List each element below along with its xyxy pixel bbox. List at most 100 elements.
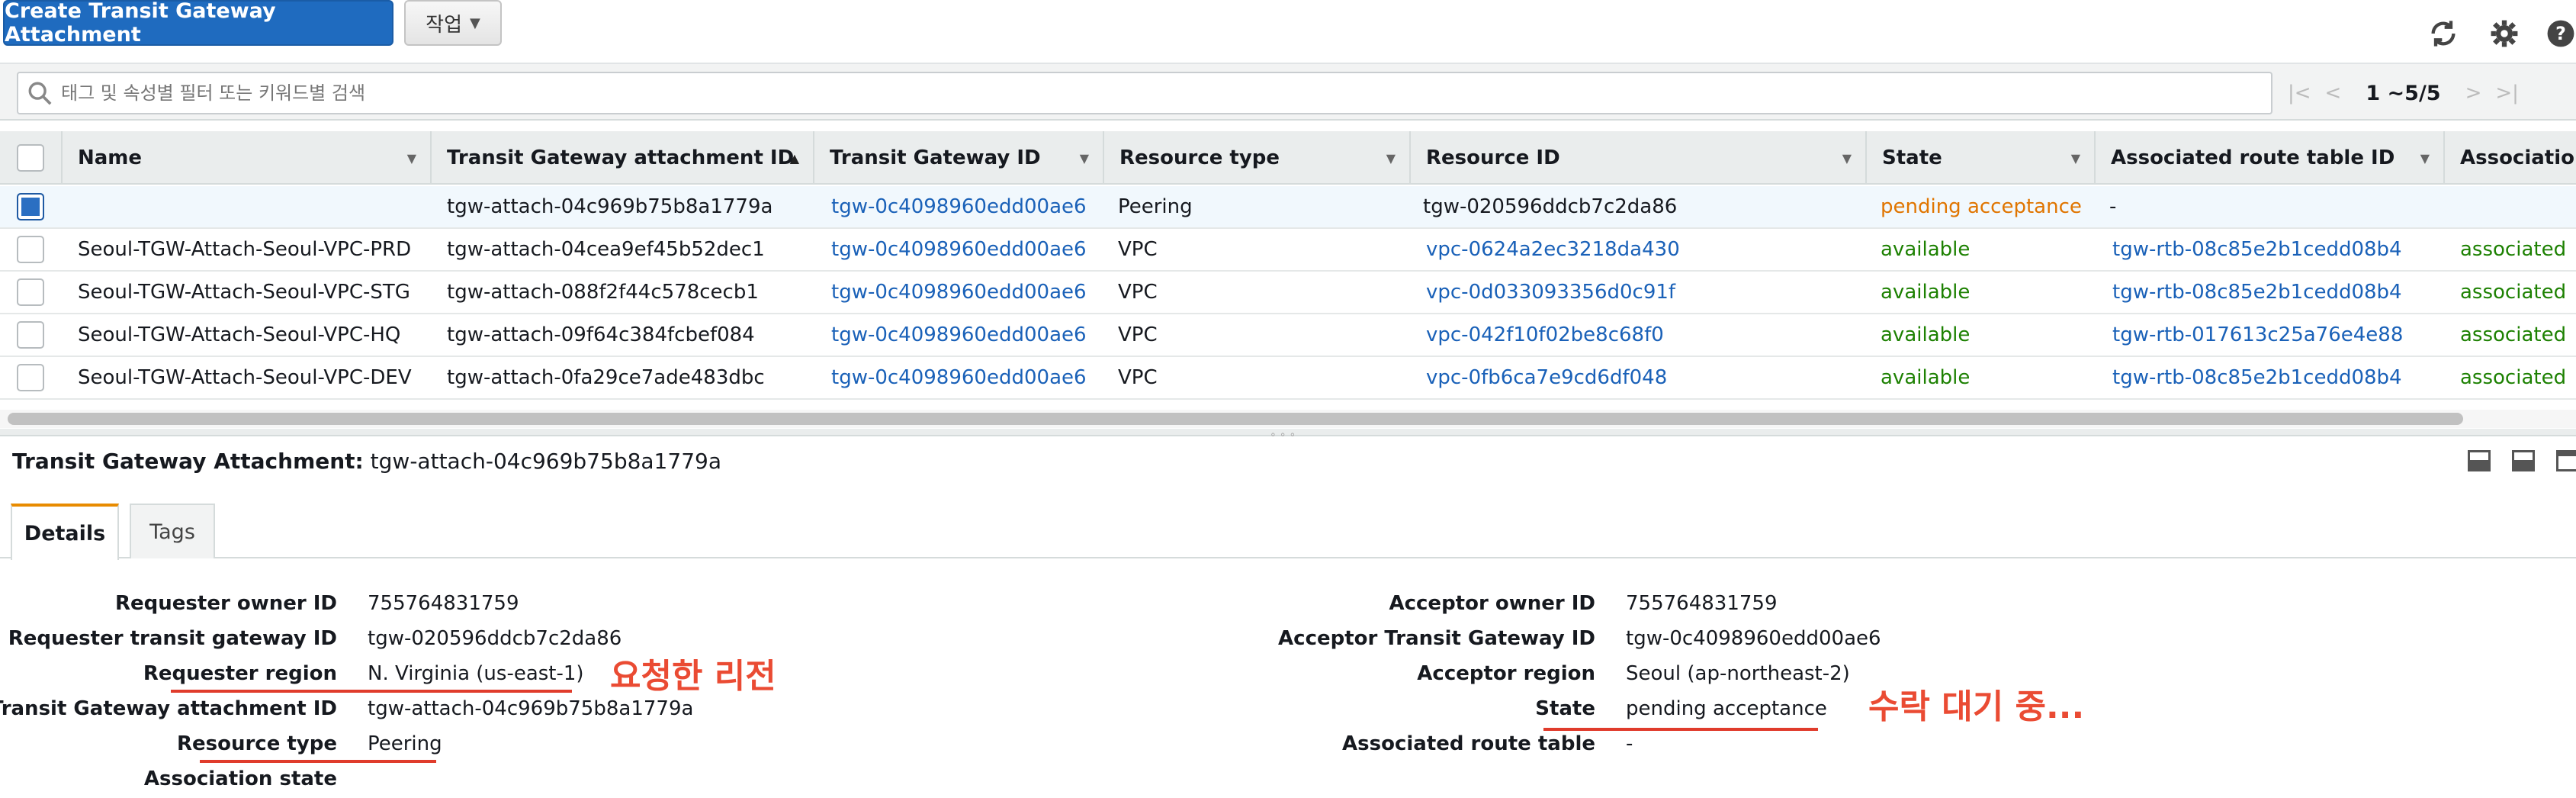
drag-handle-icon[interactable]: ∘∘∘ [1270, 429, 1299, 441]
table-header: Name ▼ Transit Gateway attachment ID ▲ Tra… [0, 131, 2576, 185]
cell-route-table-link[interactable]: tgw-rtb-08c85e2b1cedd08b4 [2112, 229, 2402, 270]
last-page-icon[interactable]: >| [2495, 82, 2519, 105]
attachment-id-label: Transit Gateway attachment ID [0, 697, 337, 720]
annotation-underline [200, 760, 436, 763]
acceptor-owner-id-value: 755764831759 [1626, 592, 1778, 615]
cell-route-table-link[interactable]: tgw-rtb-08c85e2b1cedd08b4 [2112, 272, 2402, 313]
cell-attachment-id: tgw-attach-04c969b75b8a1779a [447, 195, 773, 218]
layout-full-icon[interactable] [2556, 450, 2576, 471]
search-box[interactable] [17, 72, 2272, 114]
cell-name: Seoul-TGW-Attach-Seoul-VPC-DEV [78, 366, 412, 389]
gear-icon[interactable] [2488, 17, 2521, 50]
cell-association: associated [2460, 281, 2567, 304]
table-row[interactable]: Seoul-TGW-Attach-Seoul-VPC-PRD tgw-attac… [0, 229, 2576, 272]
cell-tgw-id-link[interactable]: tgw-0c4098960edd00ae6 [831, 272, 1087, 313]
cell-route-table-link[interactable]: tgw-rtb-08c85e2b1cedd08b4 [2112, 357, 2402, 398]
row-checkbox[interactable] [17, 321, 44, 349]
scrollbar-thumb[interactable] [8, 413, 2463, 425]
row-checkbox-cell [17, 229, 44, 270]
column-header-resource-id[interactable]: Resource ID ▼ [1409, 131, 1865, 185]
cell-name: Seoul-TGW-Attach-Seoul-VPC-STG [78, 281, 410, 304]
column-header-label: Name [78, 146, 143, 169]
cell-association: associated [2460, 238, 2567, 261]
cell-attachment-id: tgw-attach-09f64c384fcbef084 [447, 323, 755, 346]
cell-association: associated [2460, 323, 2567, 346]
column-header-route-table[interactable]: Associated route table ID ▼ [2094, 131, 2443, 185]
column-header-attachment-id[interactable]: Transit Gateway attachment ID ▲ [430, 131, 813, 185]
requester-tgw-id-label: Requester transit gateway ID [8, 627, 337, 650]
cell-state: available [1881, 366, 1971, 389]
create-attachment-button[interactable]: Create Transit Gateway Attachment [3, 0, 393, 47]
filter-bar: |< < 1 ~5/5 > >| [0, 63, 2576, 121]
column-header-label: Resource ID [1426, 146, 1560, 169]
cell-resource-id-link[interactable]: vpc-0fb6ca7e9cd6df048 [1426, 357, 1667, 398]
cell-name: Seoul-TGW-Attach-Seoul-VPC-PRD [78, 238, 412, 261]
column-header-state[interactable]: State ▼ [1865, 131, 2094, 185]
row-checkbox[interactable] [17, 278, 44, 306]
state-label: State [1535, 697, 1595, 720]
first-page-icon[interactable]: |< [2288, 82, 2311, 105]
cell-tgw-id-link[interactable]: tgw-0c4098960edd00ae6 [831, 357, 1087, 398]
actions-dropdown[interactable]: 작업 ▼ [404, 0, 502, 46]
page-range: 1 ~5/5 [2366, 81, 2441, 105]
row-checkbox[interactable] [17, 364, 44, 391]
cell-route-table-link[interactable]: tgw-rtb-017613c25a76e4e88 [2112, 314, 2403, 356]
annotation-underline [1543, 728, 1818, 731]
table-row[interactable]: tgw-attach-04c969b75b8a1779a tgw-0c40989… [0, 186, 2576, 229]
sort-ascending-icon: ▲ [789, 150, 799, 166]
column-header-association[interactable]: Association [2443, 131, 2576, 185]
table-row[interactable]: Seoul-TGW-Attach-Seoul-VPC-HQ tgw-attach… [0, 314, 2576, 357]
select-all-cell [0, 131, 61, 185]
column-header-label: State [1882, 146, 1942, 169]
sort-caret-icon: ▼ [1386, 150, 1396, 166]
cell-resource-id: tgw-020596ddcb7c2da86 [1423, 195, 1678, 218]
table-row[interactable]: Seoul-TGW-Attach-Seoul-VPC-STG tgw-attac… [0, 272, 2576, 314]
detail-tabs: Details Tags [0, 504, 2576, 560]
refresh-icon[interactable] [2427, 17, 2460, 50]
cell-tgw-id-link[interactable]: tgw-0c4098960edd00ae6 [831, 186, 1087, 227]
row-checkbox[interactable] [17, 193, 44, 220]
next-page-icon[interactable]: > [2465, 82, 2482, 105]
acceptor-region-value: Seoul (ap-northeast-2) [1626, 662, 1850, 685]
column-header-label: Resource type [1119, 146, 1280, 169]
panel-splitter[interactable]: ∘∘∘ [0, 429, 2576, 441]
sort-caret-icon: ▼ [2420, 150, 2430, 166]
detail-title-value: tgw-attach-04c969b75b8a1779a [370, 449, 721, 474]
layout-bottom-icon[interactable] [2468, 450, 2491, 471]
cell-attachment-id: tgw-attach-0fa29ce7ade483dbc [447, 366, 765, 389]
acceptor-owner-id-label: Acceptor owner ID [1389, 592, 1595, 615]
tab-details[interactable]: Details [11, 504, 119, 560]
select-all-checkbox[interactable] [17, 144, 44, 172]
sort-caret-icon: ▼ [1842, 150, 1852, 166]
row-checkbox[interactable] [17, 236, 44, 263]
resource-type-label: Resource type [176, 732, 337, 755]
acceptor-tgw-id-link[interactable]: tgw-0c4098960edd00ae6 [1626, 627, 1881, 650]
requester-owner-id-label: Requester owner ID [115, 592, 337, 615]
cell-resource-id-link[interactable]: vpc-0624a2ec3218da430 [1426, 229, 1680, 270]
column-header-resource-type[interactable]: Resource type ▼ [1103, 131, 1409, 185]
column-header-label: Associated route table ID [2111, 146, 2395, 169]
help-icon[interactable]: ? [2544, 17, 2576, 50]
cell-state: available [1881, 323, 1971, 346]
cell-association: associated [2460, 366, 2567, 389]
tab-tags[interactable]: Tags [130, 504, 215, 558]
column-header-label: Transit Gateway attachment ID [447, 146, 795, 169]
cell-tgw-id-link[interactable]: tgw-0c4098960edd00ae6 [831, 229, 1087, 270]
annotation-underline [171, 690, 572, 693]
horizontal-scrollbar[interactable] [0, 410, 2576, 428]
cell-tgw-id-link[interactable]: tgw-0c4098960edd00ae6 [831, 314, 1087, 356]
cell-resource-id-link[interactable]: vpc-042f10f02be8c68f0 [1426, 314, 1664, 356]
column-header-name[interactable]: Name ▼ [61, 131, 430, 185]
cell-resource-id-link[interactable]: vpc-0d033093356d0c91f [1426, 272, 1675, 313]
actions-label: 작업 [426, 13, 462, 37]
association-state-label: Association state [143, 767, 337, 790]
search-input[interactable] [61, 82, 2257, 104]
table-row[interactable]: Seoul-TGW-Attach-Seoul-VPC-DEV tgw-attac… [0, 357, 2576, 400]
requester-region-value: N. Virginia (us-east-1) [368, 662, 584, 685]
prev-page-icon[interactable]: < [2325, 82, 2342, 105]
column-header-tgw-id[interactable]: Transit Gateway ID ▼ [813, 131, 1103, 185]
sort-caret-icon: ▼ [1079, 150, 1089, 166]
layout-split-icon[interactable] [2512, 450, 2535, 471]
associated-route-table-label: Associated route table [1342, 732, 1595, 755]
state-value: pending acceptance [1626, 697, 1827, 720]
